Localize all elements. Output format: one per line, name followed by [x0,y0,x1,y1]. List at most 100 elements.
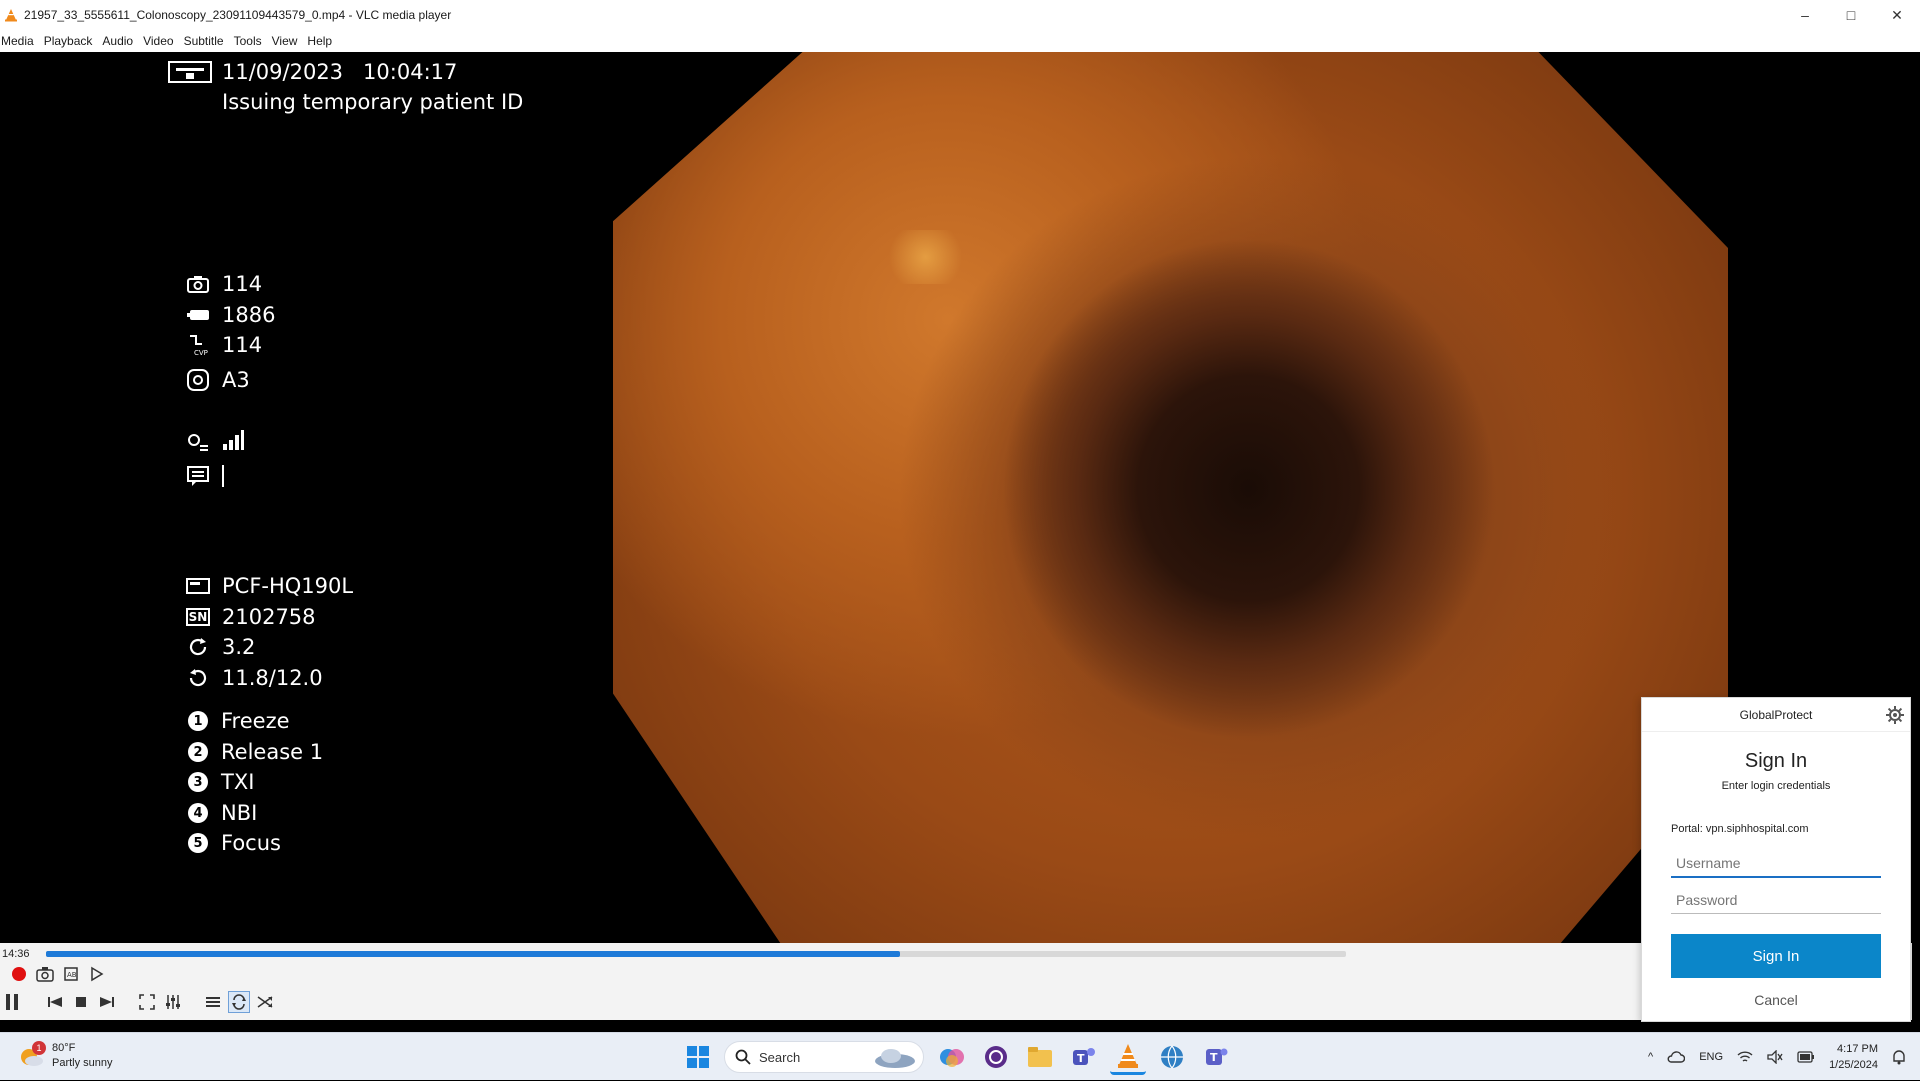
signin-button[interactable]: Sign In [1671,934,1881,978]
scope-value-2: 11.8/12.0 [222,666,323,690]
menu-subtitle[interactable]: Subtitle [184,34,234,48]
function-number: 4 [188,803,208,823]
copilot-icon[interactable] [934,1039,970,1075]
frame-step-button[interactable] [86,963,108,985]
language-indicator[interactable]: ENG [1699,1051,1723,1063]
pause-button[interactable] [0,991,24,1013]
function-label: Freeze [221,709,290,733]
weather-condition: Partly sunny [52,1057,113,1069]
vlc-taskbar-icon[interactable] [1110,1039,1146,1075]
battery-icon[interactable] [1797,1051,1815,1063]
cloud-icon[interactable] [1667,1051,1686,1063]
shuffle-button[interactable] [254,991,276,1013]
menu-video[interactable]: Video [143,34,183,48]
snapshot-button[interactable] [34,963,56,985]
browser-icon[interactable] [1154,1039,1190,1075]
osd-stat-value: 1886 [222,303,276,327]
endoscopy-image [613,52,1728,943]
menu-view[interactable]: View [272,34,308,48]
loop-ab-button[interactable]: AB [60,963,82,985]
teams-alt-icon[interactable]: T [1198,1039,1234,1075]
loop-button[interactable] [228,991,250,1013]
menu-audio[interactable]: Audio [102,34,143,48]
globalprotect-panel: GlobalProtect Sign In Enter login creden… [1641,697,1911,1022]
scope-serial: 2102758 [222,605,316,629]
iris-icon [186,369,210,391]
function-label: Release 1 [221,740,324,764]
teams-icon[interactable]: T [1066,1039,1102,1075]
next-button[interactable] [96,991,118,1013]
window-title: 21957_33_5555611_Colonoscopy_23091109443… [24,8,452,22]
seek-bar[interactable] [46,951,1346,957]
monitor-icon [168,61,212,83]
scope-value-1: 3.2 [222,635,256,659]
endoscope-icon [186,575,210,597]
weather-widget[interactable]: 1 80°F Partly sunny [18,1041,113,1071]
svg-text:CVP: CVP [194,349,208,356]
menu-help[interactable]: Help [307,34,342,48]
function-label: TXI [221,770,255,794]
function-item: 2 Release 1 [186,740,323,764]
stop-button[interactable] [70,991,92,1013]
weather-badge: 1 [32,1041,46,1055]
function-item: 4 NBI [186,801,257,825]
function-number: 3 [188,772,208,792]
chevron-up-icon[interactable]: ^ [1648,1051,1653,1063]
cvp-icon: CVP [186,334,210,356]
function-number: 5 [188,833,208,853]
refresh-icon [186,636,210,658]
minimize-button[interactable]: – [1782,0,1828,30]
video-area[interactable]: 11/09/2023 10:04:17 Issuing temporary pa… [0,52,1912,943]
scope-model: PCF-HQ190L [222,574,354,598]
record-button[interactable] [8,963,30,985]
clock-time: 4:17 PM [1837,1043,1878,1055]
search-icon [735,1049,751,1065]
function-number: 1 [188,711,208,731]
portal-label: Portal: vpn.siphhospital.com [1671,823,1809,835]
vlc-icon [5,9,17,22]
start-button[interactable] [680,1039,716,1075]
signin-subtitle: Enter login credentials [1721,780,1831,792]
maximize-button[interactable]: □ [1828,0,1874,30]
cycle-icon [186,667,210,689]
taskbar: 1 80°F Partly sunny Search T T ^ ENG 4:1… [0,1032,1920,1080]
app-circle-icon[interactable] [978,1039,1014,1075]
fullscreen-button[interactable] [136,991,158,1013]
file-explorer-icon[interactable] [1022,1039,1058,1075]
notification-icon[interactable] [1892,1049,1906,1065]
function-number: 2 [188,742,208,762]
battery-icon [186,304,210,326]
globalprotect-header: GlobalProtect [1642,698,1910,732]
camera-icon [186,273,210,295]
username-field[interactable] [1671,850,1881,878]
player-controls: 14:36 AB [0,943,1912,1020]
elapsed-time: 14:36 [2,948,30,960]
weather-temp: 80°F [52,1042,76,1054]
taskbar-search[interactable]: Search [724,1041,924,1073]
search-label: Search [759,1049,801,1065]
extended-settings-button[interactable] [162,991,184,1013]
search-highlight-icon [875,1049,915,1068]
playlist-button[interactable] [202,991,224,1013]
menu-bar: Media Playback Audio Video Subtitle Tool… [0,30,1920,52]
enhancement-icon [186,432,210,454]
comment-icon [186,465,210,487]
svg-text:T: T [1210,1051,1218,1064]
password-field[interactable] [1671,886,1881,914]
menu-media[interactable]: Media [0,34,44,48]
osd-stat-value: A3 [222,368,250,392]
menu-tools[interactable]: Tools [234,34,272,48]
menu-playback[interactable]: Playback [44,34,103,48]
serial-icon: SN [186,608,210,626]
close-button[interactable]: ✕ [1874,0,1920,30]
previous-button[interactable] [44,991,66,1013]
osd-stat-value: 114 [222,333,263,357]
function-label: NBI [221,801,258,825]
clock-date: 1/25/2024 [1829,1059,1878,1071]
gear-icon[interactable] [1886,706,1904,724]
wifi-icon[interactable] [1737,1050,1753,1064]
cancel-button[interactable]: Cancel [1642,992,1910,1008]
system-clock[interactable]: 4:17 PM 1/25/2024 [1829,1041,1878,1073]
volume-muted-icon[interactable] [1767,1050,1783,1064]
signin-title: Sign In [1744,750,1808,772]
